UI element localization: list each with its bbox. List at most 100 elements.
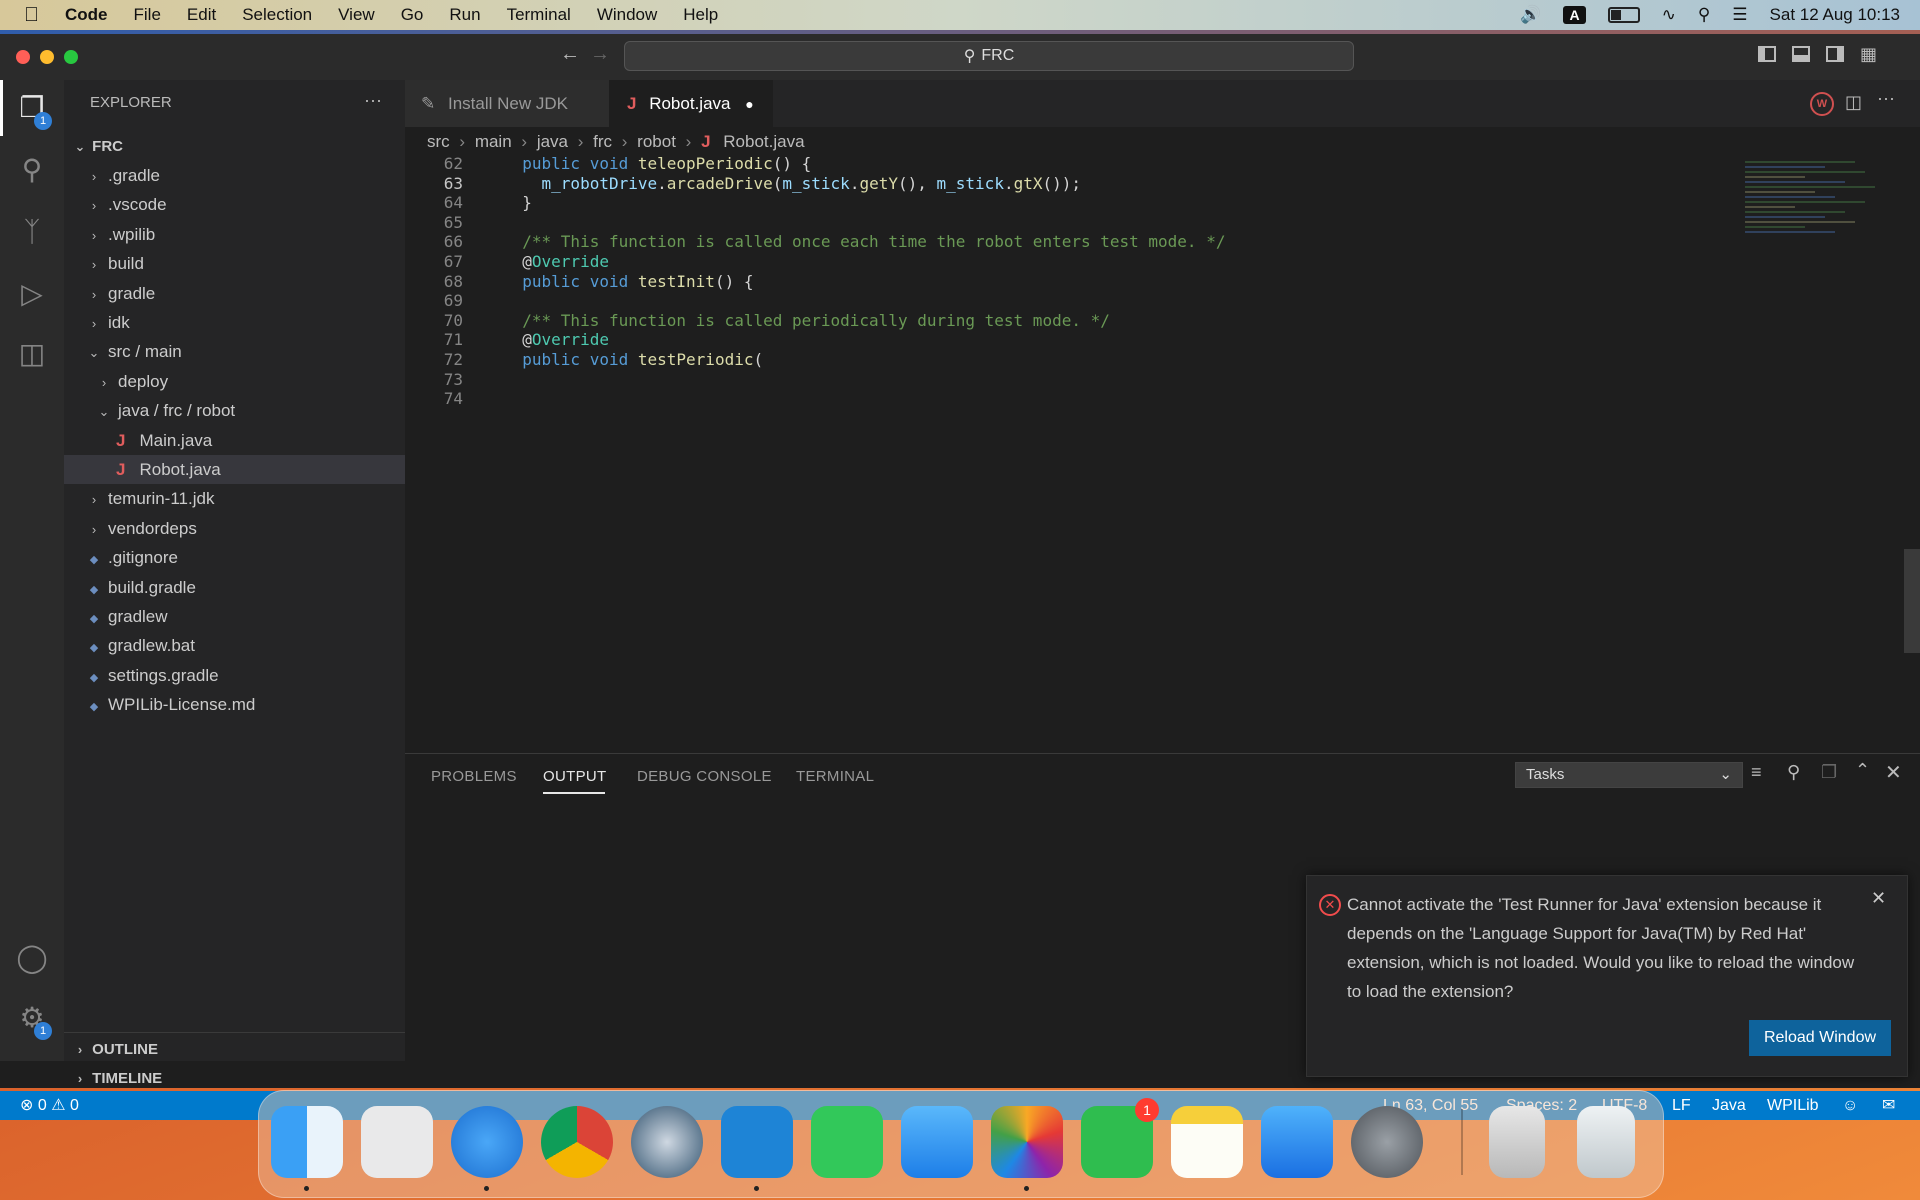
code-line[interactable]: /** This function is called once each ti… xyxy=(503,232,1225,251)
wifi-icon[interactable]: ∿ xyxy=(1662,5,1676,25)
mail-icon[interactable] xyxy=(901,1106,973,1178)
search-icon[interactable]: ⚲ xyxy=(14,152,50,188)
source-control-icon[interactable]: ᛉ xyxy=(14,214,50,250)
notifications-bell-icon[interactable]: ✉ xyxy=(1882,1091,1895,1120)
clear-output-icon[interactable]: ≡ xyxy=(1751,762,1762,783)
app-store-icon[interactable] xyxy=(1261,1106,1333,1178)
menu-terminal[interactable]: Terminal xyxy=(507,5,571,25)
instruments-icon[interactable] xyxy=(631,1106,703,1178)
code-line[interactable]: public void testPeriodic( xyxy=(503,350,763,369)
tree-item[interactable]: ◆ gradlew.bat xyxy=(64,631,405,660)
zoom-window-button[interactable] xyxy=(64,50,78,64)
tree-item[interactable]: › idk xyxy=(64,308,405,337)
tree-item[interactable]: J Robot.java xyxy=(64,455,405,484)
menu-view[interactable]: View xyxy=(338,5,375,25)
facetime-icon[interactable]: 1 xyxy=(1081,1098,1159,1178)
tree-item[interactable]: ◆ settings.gradle xyxy=(64,661,405,690)
toggle-sidebar-icon[interactable] xyxy=(1758,46,1776,62)
reload-window-button[interactable]: Reload Window xyxy=(1749,1020,1891,1056)
close-window-button[interactable] xyxy=(16,50,30,64)
outline-section[interactable]: › OUTLINE xyxy=(64,1035,405,1064)
tree-item[interactable]: ◆ gradlew xyxy=(64,602,405,631)
code-line[interactable]: } xyxy=(503,193,532,212)
tree-item[interactable]: J Main.java xyxy=(64,426,405,455)
panel-tab-terminal[interactable]: TERMINAL xyxy=(796,768,874,785)
tree-item[interactable]: › build xyxy=(64,249,405,278)
breadcrumb-robot[interactable]: robot xyxy=(637,132,676,151)
toggle-panel-icon[interactable] xyxy=(1792,46,1810,62)
language-mode[interactable]: Java xyxy=(1712,1091,1746,1120)
code-editor[interactable]: 62 public void teleopPeriodic() {63 m_ro… xyxy=(405,154,1920,753)
panel-tab-output[interactable]: OUTPUT xyxy=(543,768,606,785)
breadcrumb-src[interactable]: src xyxy=(427,132,450,151)
finder-icon[interactable] xyxy=(271,1106,343,1178)
tree-item[interactable]: › .wpilib xyxy=(64,220,405,249)
menu-help[interactable]: Help xyxy=(683,5,718,25)
timeline-section[interactable]: › TIMELINE xyxy=(64,1064,405,1093)
editor-scrollbar[interactable] xyxy=(1904,549,1920,653)
tree-root[interactable]: ⌄ FRC xyxy=(64,132,405,161)
tree-item[interactable]: ◆ .gitignore xyxy=(64,543,405,572)
unsaved-dot-icon[interactable]: ● xyxy=(745,96,753,112)
forward-arrow-icon[interactable]: → xyxy=(590,43,610,66)
close-notification-icon[interactable]: ✕ xyxy=(1871,888,1886,909)
problems-indicator[interactable]: ⊗ 0 ⚠ 0 xyxy=(20,1097,79,1114)
close-panel-icon[interactable]: ✕ xyxy=(1885,760,1902,785)
wpilib-logo-icon[interactable]: W xyxy=(1810,92,1834,116)
output-channel-select[interactable]: Tasks ⌄ xyxy=(1515,762,1743,788)
menu-go[interactable]: Go xyxy=(401,5,424,25)
menubar-clock[interactable]: Sat 12 Aug 10:13 xyxy=(1770,5,1900,25)
tree-item[interactable]: › vendordeps xyxy=(64,514,405,543)
manage-gear-icon[interactable]: ⚙ 1 xyxy=(14,1000,52,1040)
more-actions-icon[interactable]: ··· xyxy=(1877,88,1895,109)
code-line[interactable]: public void teleopPeriodic() { xyxy=(503,154,811,173)
code-line[interactable]: m_robotDrive.arcadeDrive(m_stick.getY(),… xyxy=(503,174,1082,193)
menu-selection[interactable]: Selection xyxy=(242,5,312,25)
command-center-search[interactable]: ⚲ FRC xyxy=(624,41,1354,71)
split-editor-icon[interactable]: ◫ xyxy=(1845,92,1862,113)
vscode-icon[interactable] xyxy=(721,1106,793,1178)
end-of-line[interactable]: LF xyxy=(1672,1091,1691,1120)
system-settings-icon[interactable] xyxy=(1351,1106,1423,1178)
accounts-icon[interactable]: ◯ xyxy=(14,940,50,976)
back-arrow-icon[interactable]: ← xyxy=(560,43,580,66)
tree-item[interactable]: ◆ build.gradle xyxy=(64,573,405,602)
tree-item[interactable]: ⌄ src / main xyxy=(64,337,405,366)
more-actions-icon[interactable]: ··· xyxy=(364,90,382,111)
tree-item[interactable]: › temurin-11.jdk xyxy=(64,484,405,513)
code-line[interactable]: @Override xyxy=(503,252,609,271)
trash-icon[interactable] xyxy=(1577,1106,1635,1178)
wpilib-status[interactable]: WPILib xyxy=(1767,1091,1819,1120)
breadcrumb-frc[interactable]: frc xyxy=(593,132,612,151)
tree-item[interactable]: › .gradle xyxy=(64,161,405,190)
breadcrumb-file[interactable]: Robot.java xyxy=(723,132,804,151)
notes-icon[interactable] xyxy=(1171,1106,1243,1178)
messages-icon[interactable] xyxy=(811,1106,883,1178)
breadcrumb-java[interactable]: java xyxy=(537,132,568,151)
menu-app-name[interactable]: Code xyxy=(65,5,108,25)
menu-run[interactable]: Run xyxy=(449,5,480,25)
tree-item[interactable]: ⌄ java / frc / robot xyxy=(64,396,405,425)
chrome-icon[interactable] xyxy=(541,1106,613,1178)
code-line[interactable]: /** This function is called periodically… xyxy=(503,311,1110,330)
tree-item[interactable]: › gradle xyxy=(64,279,405,308)
run-debug-icon[interactable]: ▷ xyxy=(14,276,50,312)
battery-icon[interactable] xyxy=(1607,7,1640,23)
extensions-icon[interactable]: ◫ xyxy=(14,336,50,372)
volume-icon[interactable]: 🔊 xyxy=(1520,5,1541,25)
apple-icon[interactable]:  xyxy=(24,4,39,27)
explorer-files-icon[interactable]: ❐ 1 xyxy=(14,90,52,130)
panel-tab-debug-console[interactable]: DEBUG CONSOLE xyxy=(637,768,772,785)
chevron-up-icon[interactable]: ⌃ xyxy=(1855,760,1870,781)
breadcrumb-main[interactable]: main xyxy=(475,132,512,151)
code-line[interactable]: public void testInit() { xyxy=(503,272,753,291)
menu-file[interactable]: File xyxy=(134,5,161,25)
tab-install-new-jdk[interactable]: ✎ Install New JDK xyxy=(405,80,609,127)
input-source-indicator[interactable]: A xyxy=(1563,6,1586,24)
launchpad-icon[interactable] xyxy=(361,1106,433,1178)
open-in-editor-icon[interactable]: ❐ xyxy=(1821,762,1837,783)
lock-icon[interactable]: ⚲ xyxy=(1787,762,1800,783)
spotlight-search-icon[interactable]: ⚲ xyxy=(1698,5,1710,25)
control-center-icon[interactable]: ☰ xyxy=(1732,5,1747,25)
panel-tab-problems[interactable]: PROBLEMS xyxy=(431,768,517,785)
